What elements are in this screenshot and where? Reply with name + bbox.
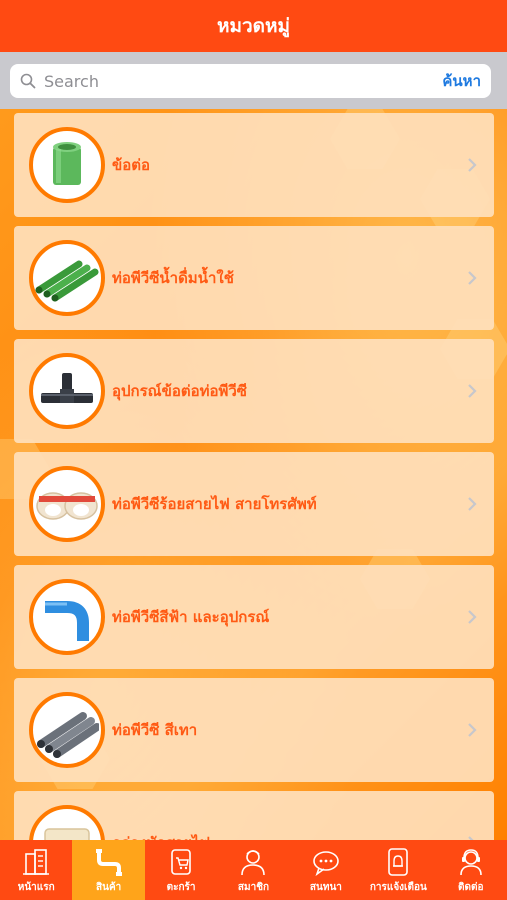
tab-label: หน้าแรก — [17, 881, 55, 893]
category-label: ท่อพีวีซีสีฟ้า และอุปกรณ์ — [112, 608, 270, 626]
tab-label: การแจ้งเตือน — [369, 881, 427, 893]
category-item-drinking-water-pipe[interactable]: ท่อพีวีซีน้ำดื่มน้ำใช้ — [14, 226, 494, 330]
category-label: ข้อต่อ — [112, 156, 151, 174]
search-button[interactable]: ค้นหา — [442, 69, 481, 93]
category-label: ท่อพีวีซีน้ำดื่มน้ำใช้ — [112, 269, 234, 287]
category-item-coupling[interactable]: ข้อต่อ — [14, 113, 494, 217]
category-item-electrical-conduit[interactable]: ท่อพีวีซีร้อยสายไฟ สายโทรศัพท์ — [14, 452, 494, 556]
tab-products[interactable]: สินค้า — [72, 840, 145, 900]
cart-icon — [171, 848, 191, 875]
chevron-right-icon — [468, 384, 477, 398]
tab-contact[interactable]: ติดต่อ — [435, 840, 507, 900]
pvc-coupling-icon — [29, 127, 105, 203]
app-header: หมวดหมู่ — [0, 0, 507, 52]
tab-notifications[interactable]: การแจ้งเตือน — [362, 840, 434, 900]
tee-fitting-icon — [29, 353, 105, 429]
category-label: กล่องพักสายไฟ — [112, 791, 210, 840]
category-label: อุปกรณ์ข้อต่อท่อพีวีซี — [112, 382, 247, 400]
tab-label: สนทนา — [309, 881, 342, 893]
page-title: หมวดหมู่ — [216, 15, 291, 37]
tab-label: สินค้า — [96, 881, 122, 893]
search-box: ค้นหา — [10, 64, 491, 98]
category-list[interactable]: ข้อต่อ ท่อพีวีซีน้ำดื่มน้ำใช้ อุปกรณ์ข้อ… — [0, 109, 507, 840]
conduit-boxes-icon — [29, 466, 105, 542]
tab-label: ตะกร้า — [166, 881, 196, 893]
notification-icon — [388, 847, 409, 876]
chevron-right-icon — [468, 723, 477, 737]
grey-pipes-icon — [29, 692, 105, 768]
chevron-right-icon — [468, 610, 477, 624]
blue-elbow-icon — [29, 579, 105, 655]
bottom-tab-bar: หน้าแรก สินค้า ตะกร้า สมาชิก สนทนา การแจ… — [0, 840, 507, 900]
category-item-junction-box[interactable]: กล่องพักสายไฟ — [14, 791, 494, 840]
category-item-pipe-fittings[interactable]: อุปกรณ์ข้อต่อท่อพีวีซี — [14, 339, 494, 443]
category-label: ท่อพีวีซี สีเทา — [112, 721, 198, 739]
contact-icon — [459, 848, 482, 875]
chat-icon — [313, 850, 339, 876]
chevron-right-icon — [468, 497, 477, 511]
tab-chat[interactable]: สนทนา — [290, 840, 362, 900]
tab-home[interactable]: หน้าแรก — [0, 840, 72, 900]
junction-box-icon — [29, 805, 105, 840]
search-bar: ค้นหา — [0, 52, 507, 109]
member-icon — [241, 849, 266, 875]
search-input[interactable] — [44, 71, 443, 91]
tab-cart[interactable]: ตะกร้า — [145, 840, 217, 900]
tab-member[interactable]: สมาชิก — [217, 840, 289, 900]
category-item-blue-pvc[interactable]: ท่อพีวีซีสีฟ้า และอุปกรณ์ — [14, 565, 494, 669]
category-item-grey-pvc[interactable]: ท่อพีวีซี สีเทา — [14, 678, 494, 782]
chevron-right-icon — [468, 158, 477, 172]
pipe-product-icon — [95, 848, 122, 876]
chevron-right-icon — [468, 271, 477, 285]
tab-label: สมาชิก — [237, 881, 270, 893]
tab-label: ติดต่อ — [457, 881, 484, 893]
category-label: ท่อพีวีซีร้อยสายไฟ สายโทรศัพท์ — [112, 495, 317, 513]
home-building-icon — [23, 848, 50, 875]
search-icon — [20, 73, 36, 89]
green-pipes-icon — [29, 240, 105, 316]
